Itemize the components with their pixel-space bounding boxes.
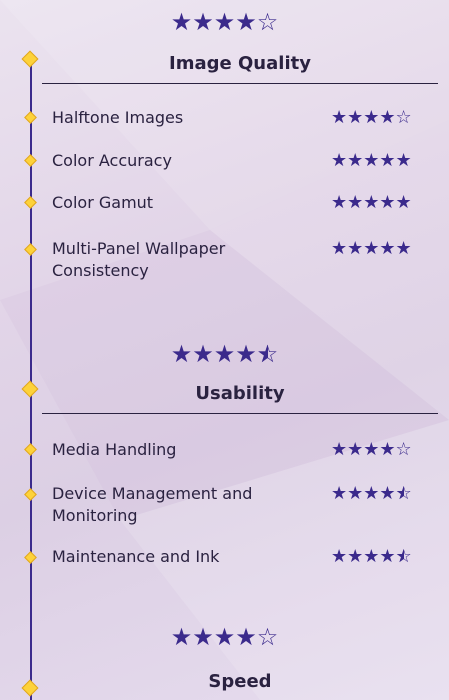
half-star-icon: ☆★	[395, 546, 412, 567]
item-marker-diamond	[24, 154, 37, 167]
item-marker-diamond	[24, 111, 37, 124]
section-title: Usability	[195, 383, 285, 404]
item-rating-stars: ★★★★☆	[331, 439, 412, 460]
item-label: Multi-Panel Wallpaper Consistency	[52, 239, 226, 280]
section-title: Image Quality	[169, 53, 311, 74]
item-rating-stars: ★★★★☆	[331, 107, 412, 128]
section-title: Speed	[208, 671, 272, 692]
section-rating-stars: ★★★★☆	[170, 8, 279, 36]
section-marker-diamond	[21, 50, 39, 68]
item-rating-stars: ★★★★★	[331, 192, 412, 213]
section-rating-stars: ★★★★☆★	[170, 340, 279, 368]
item-label: Device Management and Monitoring	[52, 484, 253, 525]
item-label: Color Gamut	[52, 193, 154, 212]
item-marker-diamond	[24, 196, 37, 209]
item-label: Color Accuracy	[52, 151, 172, 170]
item-marker-diamond	[24, 443, 37, 456]
item-marker-diamond	[24, 488, 37, 501]
section-marker-diamond	[21, 380, 39, 398]
item-rating-stars: ★★★★☆★	[331, 483, 412, 504]
section-divider	[42, 83, 438, 84]
item-rating-stars: ★★★★★	[331, 150, 412, 171]
section-rating-stars: ★★★★☆	[170, 623, 279, 651]
half-star-icon: ☆★	[395, 483, 412, 504]
item-label: Halftone Images	[52, 108, 184, 127]
item-marker-diamond	[24, 243, 37, 256]
half-star-icon: ☆★	[256, 340, 279, 368]
item-rating-stars: ★★★★☆★	[331, 546, 412, 567]
section-marker-diamond	[21, 679, 39, 697]
item-label: Media Handling	[52, 440, 177, 459]
item-label: Maintenance and Ink	[52, 547, 220, 566]
section-divider	[42, 413, 438, 414]
item-marker-diamond	[24, 551, 37, 564]
item-rating-stars: ★★★★★	[331, 238, 412, 259]
